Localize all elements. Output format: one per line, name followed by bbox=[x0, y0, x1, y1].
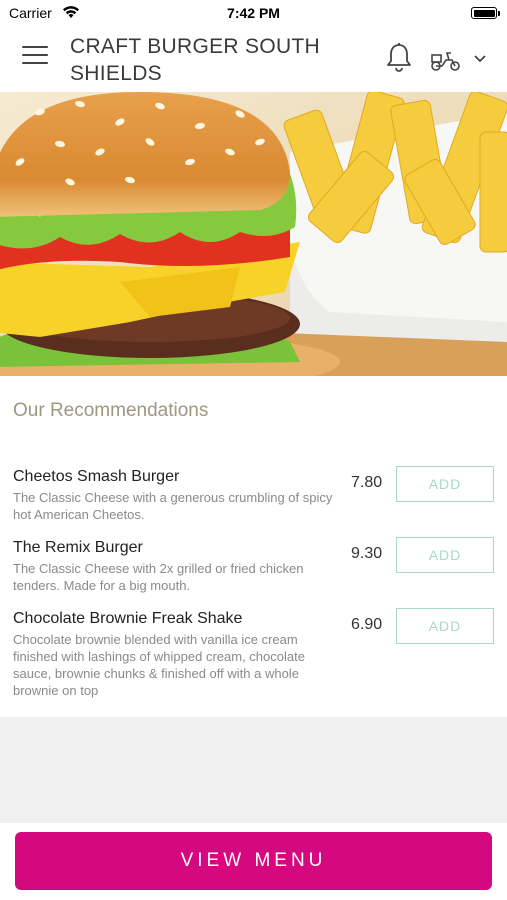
add-button[interactable]: ADD bbox=[396, 537, 494, 573]
add-button[interactable]: ADD bbox=[396, 608, 494, 644]
scooter-icon[interactable] bbox=[430, 48, 462, 72]
item-description: Chocolate brownie blended with vanilla i… bbox=[13, 632, 305, 698]
item-price: 7.80 bbox=[351, 474, 383, 491]
item-description: The Classic Cheese with 2x grilled or fr… bbox=[13, 561, 304, 593]
add-button[interactable]: ADD bbox=[396, 466, 494, 502]
item-description: The Classic Cheese with a generous crumb… bbox=[13, 490, 333, 522]
hamburger-menu-icon[interactable] bbox=[22, 46, 48, 68]
hero-image bbox=[0, 92, 507, 376]
item-name: Chocolate Brownie Freak Shake bbox=[13, 610, 243, 627]
content-divider-area bbox=[0, 717, 507, 823]
clock: 7:42 PM bbox=[227, 5, 280, 21]
battery-icon bbox=[471, 7, 500, 19]
status-bar: Carrier 7:42 PM bbox=[0, 0, 507, 26]
chevron-down-icon[interactable] bbox=[472, 52, 488, 64]
footer: VIEW MENU bbox=[0, 823, 507, 900]
app-header: CRAFT BURGER SOUTH SHIELDS bbox=[0, 26, 507, 92]
item-name: The Remix Burger bbox=[13, 539, 143, 556]
recommendations-heading: Our Recommendations bbox=[13, 400, 209, 421]
item-price: 6.90 bbox=[351, 616, 383, 633]
item-price: 9.30 bbox=[351, 545, 383, 562]
item-name: Cheetos Smash Burger bbox=[13, 468, 180, 485]
bell-icon[interactable] bbox=[385, 42, 413, 74]
burger-fries-illustration bbox=[0, 92, 507, 376]
restaurant-title: CRAFT BURGER SOUTH SHIELDS bbox=[70, 35, 321, 85]
view-menu-button[interactable]: VIEW MENU bbox=[15, 832, 492, 890]
